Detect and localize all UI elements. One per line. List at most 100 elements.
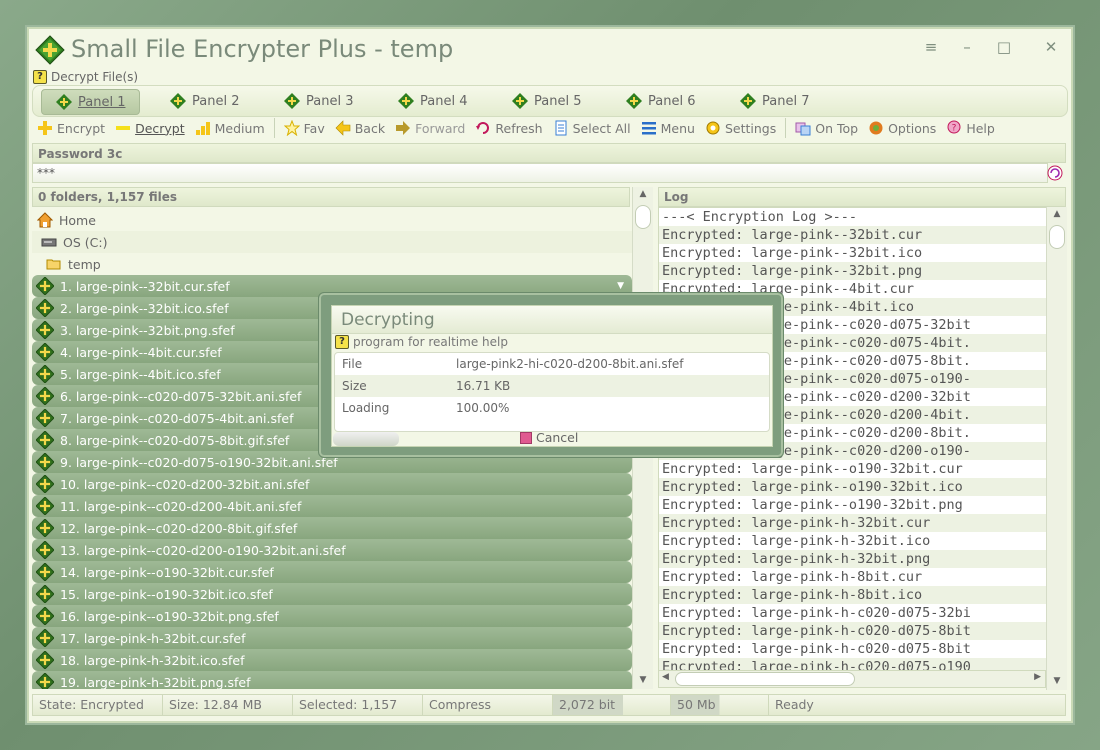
scroll-left-arrow-icon[interactable]: ◀ [662, 672, 669, 682]
dialog-help-text: program for realtime help [353, 335, 508, 349]
tab-label: Panel 1 [78, 94, 126, 110]
on-top-button[interactable]: On Top [790, 117, 863, 139]
encrypted-file-icon [36, 453, 54, 471]
list-item[interactable]: 15. large-pink--o190-32bit.ico.sfef [32, 583, 632, 605]
tab-panel-7[interactable]: Panel 7 [740, 89, 809, 113]
close-button[interactable]: ✕ [1040, 37, 1062, 57]
tab-panel-4[interactable]: Panel 4 [398, 89, 467, 113]
scroll-right-arrow-icon[interactable]: ▶ [1034, 672, 1041, 682]
menu-button[interactable]: Menu [636, 117, 700, 139]
progress-bar [333, 432, 399, 446]
dialog-value: large-pink2-hi-c020-d200-8bit.ani.sfef [456, 357, 684, 371]
tab-label: Panel 3 [306, 93, 354, 109]
list-item[interactable]: 17. large-pink-h-32bit.cur.sfef [32, 627, 632, 649]
dialog-title: Decrypting [332, 306, 772, 334]
encrypted-file-icon [36, 387, 54, 405]
scroll-up-arrow-icon[interactable]: ▲ [1047, 209, 1067, 219]
window-menu-icon[interactable]: ≡ [920, 37, 942, 57]
encrypted-file-icon [36, 409, 54, 427]
minus-icon [116, 126, 131, 130]
plus-icon [38, 121, 52, 135]
dialog-body: Decrypting ? program for realtime help F… [331, 305, 773, 447]
list-item[interactable]: 12. large-pink--c020-d200-8bit.gif.sfef [32, 517, 632, 539]
list-item[interactable]: 10. large-pink--c020-d200-32bit.ani.sfef [32, 473, 632, 495]
title-bar[interactable]: Small File Encrypter Plus - temp ≡ – □ ✕ [29, 29, 1071, 69]
nav-folder[interactable]: temp [32, 253, 632, 275]
refresh-button[interactable]: Refresh [470, 117, 547, 139]
tab-panel-2[interactable]: Panel 2 [170, 89, 239, 113]
tab-panel-3[interactable]: Panel 3 [284, 89, 353, 113]
file-name: 17. large-pink-h-32bit.cur.sfef [60, 630, 246, 646]
tab-panel-6[interactable]: Panel 6 [626, 89, 695, 113]
dialog-row-file: File large-pink2-hi-c020-d200-8bit.ani.s… [335, 353, 769, 375]
tab-label: Panel 5 [534, 93, 582, 109]
dialog-key: Size [342, 379, 367, 393]
forward-button[interactable]: Forward [390, 117, 470, 139]
status-bits: 2,072 bit [553, 695, 671, 715]
scroll-up-arrow-icon[interactable]: ▲ [633, 189, 653, 199]
status-state: State: Encrypted [33, 695, 163, 715]
minimize-button[interactable]: – [956, 37, 978, 57]
log-line: Encrypted: large-pink-h-c020-d075-32bi [662, 605, 971, 621]
password-input[interactable]: *** [32, 163, 1048, 183]
panel-diamond-icon [512, 93, 528, 109]
signal-bars-icon [195, 122, 210, 135]
status-ready: Ready [775, 697, 814, 712]
list-item[interactable]: 19. large-pink-h-32bit.png.sfef [32, 671, 632, 689]
file-name: 12. large-pink--c020-d200-8bit.gif.sfef [60, 520, 298, 536]
file-name: 11. large-pink--c020-d200-4bit.ani.sfef [60, 498, 302, 514]
encrypted-file-icon [36, 563, 54, 581]
scroll-thumb[interactable] [635, 205, 651, 229]
home-icon [37, 212, 53, 228]
tab-panel-1[interactable]: Panel 1 [41, 89, 141, 115]
medium-label: Medium [214, 120, 265, 136]
settings-label: Settings [724, 120, 777, 136]
help-question-icon: ? [335, 335, 349, 349]
file-name: 16. large-pink--o190-32bit.png.sfef [60, 608, 279, 624]
list-item[interactable]: 18. large-pink-h-32bit.ico.sfef [32, 649, 632, 671]
fav-button[interactable]: Fav [279, 117, 330, 139]
scroll-down-arrow-icon[interactable]: ▼ [1047, 676, 1067, 686]
scroll-thumb[interactable] [1049, 225, 1065, 249]
toolbar: Encrypt Decrypt Medium Fav Back Forward … [32, 115, 1066, 141]
tab-label: Panel 6 [648, 93, 696, 109]
dialog-row-size: Size 16.71 KB [335, 375, 769, 397]
nav-home[interactable]: Home [32, 209, 632, 231]
list-item[interactable]: 11. large-pink--c020-d200-4bit.ani.sfef [32, 495, 632, 517]
decrypt-button[interactable]: Decrypt [110, 117, 190, 139]
log-scrollbar[interactable]: ▲ ▼ [1046, 207, 1067, 690]
nav-drive[interactable]: OS (C:) [32, 231, 632, 253]
back-button[interactable]: Back [330, 117, 390, 139]
list-item[interactable]: 16. large-pink--o190-32bit.png.sfef [32, 605, 632, 627]
help-button[interactable]: ? Help [941, 117, 1000, 139]
password-toggle-icon[interactable] [1047, 165, 1063, 181]
arrow-right-icon [396, 121, 411, 135]
nav-drive-label: OS (C:) [63, 234, 108, 250]
scroll-down-arrow-icon[interactable]: ▼ [633, 675, 653, 685]
encrypt-button[interactable]: Encrypt [32, 117, 110, 139]
refresh-icon [476, 122, 490, 134]
encrypted-file-icon [36, 629, 54, 647]
select-all-button[interactable]: Select All [548, 117, 636, 139]
strength-medium-button[interactable]: Medium [190, 117, 270, 139]
svg-text:?: ? [952, 124, 957, 134]
stop-icon [520, 431, 532, 444]
encrypted-file-icon [36, 299, 54, 317]
tab-panel-5[interactable]: Panel 5 [512, 89, 581, 113]
select-all-label: Select All [572, 120, 631, 136]
chevron-down-icon[interactable]: ▼ [617, 281, 624, 291]
horizontal-scroll-thumb[interactable] [675, 672, 855, 686]
file-name: 9. large-pink--c020-d075-o190-32bit.ani.… [60, 454, 338, 470]
options-button[interactable]: Options [863, 117, 941, 139]
settings-button[interactable]: Settings [700, 117, 781, 139]
cancel-button[interactable]: Cancel [520, 430, 578, 445]
folder-open-icon [46, 259, 61, 270]
back-label: Back [354, 120, 386, 136]
list-item[interactable]: 13. large-pink--c020-d200-o190-32bit.ani… [32, 539, 632, 561]
maximize-button[interactable]: □ [993, 37, 1015, 57]
list-item[interactable]: 14. large-pink--o190-32bit.cur.sfef [32, 561, 632, 583]
toolbar-divider [273, 118, 275, 138]
log-horizontal-scrollbar[interactable]: ◀ ▶ [658, 670, 1046, 688]
dialog-details: File large-pink2-hi-c020-d200-8bit.ani.s… [334, 352, 770, 432]
panel-diamond-icon [170, 93, 186, 109]
